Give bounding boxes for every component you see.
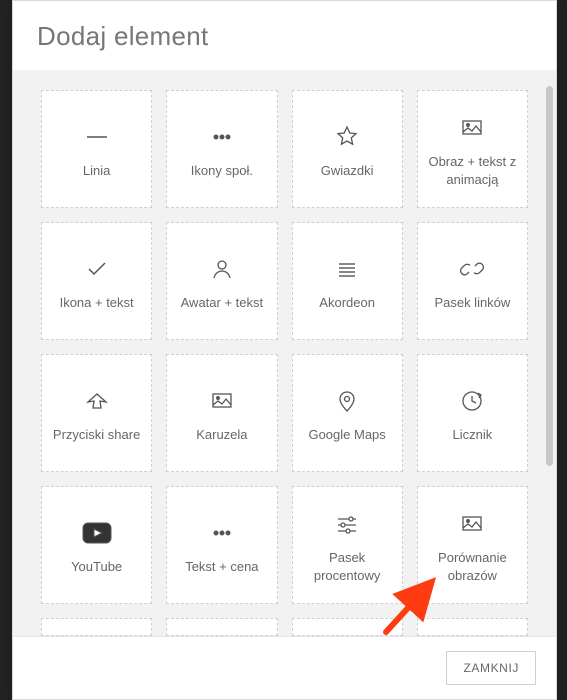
tile-label: Licznik (453, 426, 493, 444)
tile-label: Tekst + cena (185, 558, 258, 576)
element-grid-scroll[interactable]: Linia Ikony społ. Gwiazdki (13, 70, 556, 636)
tile-label: Karuzela (196, 426, 247, 444)
tile-label: Porównanie obrazów (424, 549, 521, 584)
image-icon (208, 382, 236, 420)
tile-google-maps[interactable]: Google Maps (292, 354, 403, 472)
tile-partial[interactable] (417, 618, 528, 636)
tile-icon-text[interactable]: Ikona + tekst (41, 222, 152, 340)
close-button[interactable]: ZAMKNIJ (446, 651, 536, 685)
tile-label: Pasek procentowy (299, 549, 396, 584)
tile-label: Ikona + tekst (60, 294, 134, 312)
tile-label: Obraz + tekst z animacją (424, 153, 521, 188)
tile-label: YouTube (71, 558, 122, 576)
tile-label: Gwiazdki (321, 162, 374, 180)
tile-social-icons[interactable]: Ikony społ. (166, 90, 277, 208)
star-icon (333, 118, 361, 156)
accordion-icon (333, 250, 361, 288)
avatar-icon (208, 250, 236, 288)
check-icon (83, 250, 111, 288)
tile-image-text-anim[interactable]: Obraz + tekst z animacją (417, 90, 528, 208)
tile-share-buttons[interactable]: Przyciski share (41, 354, 152, 472)
tile-progress-bar[interactable]: Pasek procentowy (292, 486, 403, 604)
tile-label: Awatar + tekst (181, 294, 264, 312)
tile-line[interactable]: Linia (41, 90, 152, 208)
share-icon (83, 382, 111, 420)
tile-carousel[interactable]: Karuzela (166, 354, 277, 472)
image-icon (458, 505, 486, 543)
youtube-icon (82, 514, 112, 552)
tile-link-bar[interactable]: Pasek linków (417, 222, 528, 340)
tile-counter[interactable]: Licznik (417, 354, 528, 472)
tile-label: Ikony społ. (191, 162, 253, 180)
dots-icon (208, 118, 236, 156)
element-grid: Linia Ikony społ. Gwiazdki (41, 70, 528, 636)
line-icon (83, 118, 111, 156)
scroll-area: Linia Ikony społ. Gwiazdki (13, 70, 556, 636)
sliders-icon (333, 505, 361, 543)
clock-icon (458, 382, 486, 420)
tile-avatar-text[interactable]: Awatar + tekst (166, 222, 277, 340)
tile-label: Linia (83, 162, 110, 180)
tile-label: Przyciski share (53, 426, 140, 444)
map-pin-icon (333, 382, 361, 420)
tile-text-price[interactable]: Tekst + cena (166, 486, 277, 604)
tile-partial[interactable] (41, 618, 152, 636)
dots-icon (208, 514, 236, 552)
image-icon (458, 109, 486, 147)
scrollbar-thumb[interactable] (546, 86, 553, 466)
tile-label: Akordeon (319, 294, 375, 312)
dialog-footer: ZAMKNIJ (13, 636, 556, 699)
tile-rating-stars[interactable]: Gwiazdki (292, 90, 403, 208)
dialog-title: Dodaj element (13, 1, 556, 70)
tile-accordion[interactable]: Akordeon (292, 222, 403, 340)
add-element-dialog: Dodaj element Linia Ikony społ. (12, 0, 557, 700)
tile-image-compare[interactable]: Porównanie obrazów (417, 486, 528, 604)
tile-label: Google Maps (308, 426, 385, 444)
tile-youtube[interactable]: YouTube (41, 486, 152, 604)
link-icon (458, 250, 486, 288)
tile-label: Pasek linków (434, 294, 510, 312)
tile-partial[interactable] (166, 618, 277, 636)
tile-partial[interactable] (292, 618, 403, 636)
